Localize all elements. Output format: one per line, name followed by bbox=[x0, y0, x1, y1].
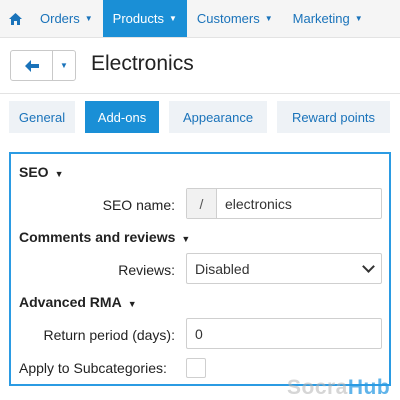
seo-name-field[interactable]: / electronics bbox=[186, 188, 382, 219]
tab-bar: General Add-ons Appearance Reward points bbox=[0, 101, 400, 133]
back-button-group: ▼ bbox=[10, 50, 76, 81]
apply-subcategories-checkbox[interactable] bbox=[186, 358, 206, 378]
return-period-value: 0 bbox=[195, 325, 203, 342]
apply-subcategories-label: Apply to Subcategories: bbox=[19, 360, 167, 376]
caret-down-icon: ▼ bbox=[264, 14, 273, 23]
back-button[interactable] bbox=[11, 51, 53, 80]
comments-section-toggle[interactable]: Comments and reviews ▼ bbox=[19, 229, 190, 245]
back-dropdown-button[interactable]: ▼ bbox=[53, 51, 75, 80]
seo-name-label: SEO name: bbox=[102, 197, 175, 213]
caret-down-icon: ▼ bbox=[181, 234, 191, 244]
tab-general[interactable]: General bbox=[9, 101, 75, 133]
caret-down-icon: ▼ bbox=[168, 14, 177, 23]
nav-marketing-label: Marketing bbox=[292, 11, 350, 26]
watermark-socra: Socra bbox=[287, 376, 348, 399]
tab-appearance[interactable]: Appearance bbox=[169, 101, 267, 133]
socrahub-watermark: SocraHub bbox=[287, 376, 390, 400]
caret-down-icon: ▼ bbox=[54, 169, 64, 179]
reviews-select[interactable]: Disabled bbox=[186, 253, 382, 284]
tab-add-ons-label: Add-ons bbox=[97, 109, 147, 125]
nav-marketing[interactable]: Marketing ▼ bbox=[283, 0, 373, 37]
caret-down-icon: ▼ bbox=[354, 14, 363, 23]
caret-down-icon: ▼ bbox=[84, 14, 93, 23]
nav-orders[interactable]: Orders ▼ bbox=[30, 0, 103, 37]
caret-down-icon: ▼ bbox=[127, 299, 137, 309]
arrow-left-icon bbox=[24, 59, 39, 72]
return-period-label: Return period (days): bbox=[43, 327, 175, 343]
chevron-down-icon: ▼ bbox=[60, 61, 68, 70]
addons-form-panel: SEO ▼ SEO name: / electronics Comments an… bbox=[9, 152, 391, 386]
seo-name-value: electronics bbox=[225, 195, 292, 212]
tab-appearance-label: Appearance bbox=[182, 109, 254, 125]
reviews-label: Reviews: bbox=[118, 262, 175, 278]
page-title: Electronics bbox=[91, 52, 194, 75]
seo-section-toggle[interactable]: SEO ▼ bbox=[19, 164, 64, 180]
nav-products-label: Products bbox=[112, 11, 164, 26]
title-bar: ▼ Electronics bbox=[0, 38, 400, 94]
rma-section-toggle[interactable]: Advanced RMA ▼ bbox=[19, 294, 137, 310]
top-navigation: Orders ▼ Products ▼ Customers ▼ Marketin… bbox=[0, 0, 400, 38]
watermark-hub: Hub bbox=[347, 376, 391, 399]
comments-section-title: Comments and reviews bbox=[19, 229, 176, 245]
home-icon[interactable] bbox=[0, 0, 30, 37]
seo-section-title: SEO bbox=[19, 164, 49, 180]
chevron-down-icon bbox=[362, 260, 375, 273]
tab-reward-points[interactable]: Reward points bbox=[277, 101, 390, 133]
nav-customers[interactable]: Customers ▼ bbox=[187, 0, 283, 37]
return-period-field[interactable]: 0 bbox=[186, 318, 382, 349]
seo-name-prefix: / bbox=[187, 189, 217, 218]
nav-products[interactable]: Products ▼ bbox=[102, 0, 187, 37]
rma-section-title: Advanced RMA bbox=[19, 294, 122, 310]
tab-reward-points-label: Reward points bbox=[291, 109, 376, 125]
tab-add-ons[interactable]: Add-ons bbox=[85, 101, 159, 133]
nav-orders-label: Orders bbox=[40, 11, 80, 26]
tab-general-label: General bbox=[18, 109, 66, 125]
nav-customers-label: Customers bbox=[196, 11, 260, 26]
reviews-value: Disabled bbox=[195, 260, 250, 277]
